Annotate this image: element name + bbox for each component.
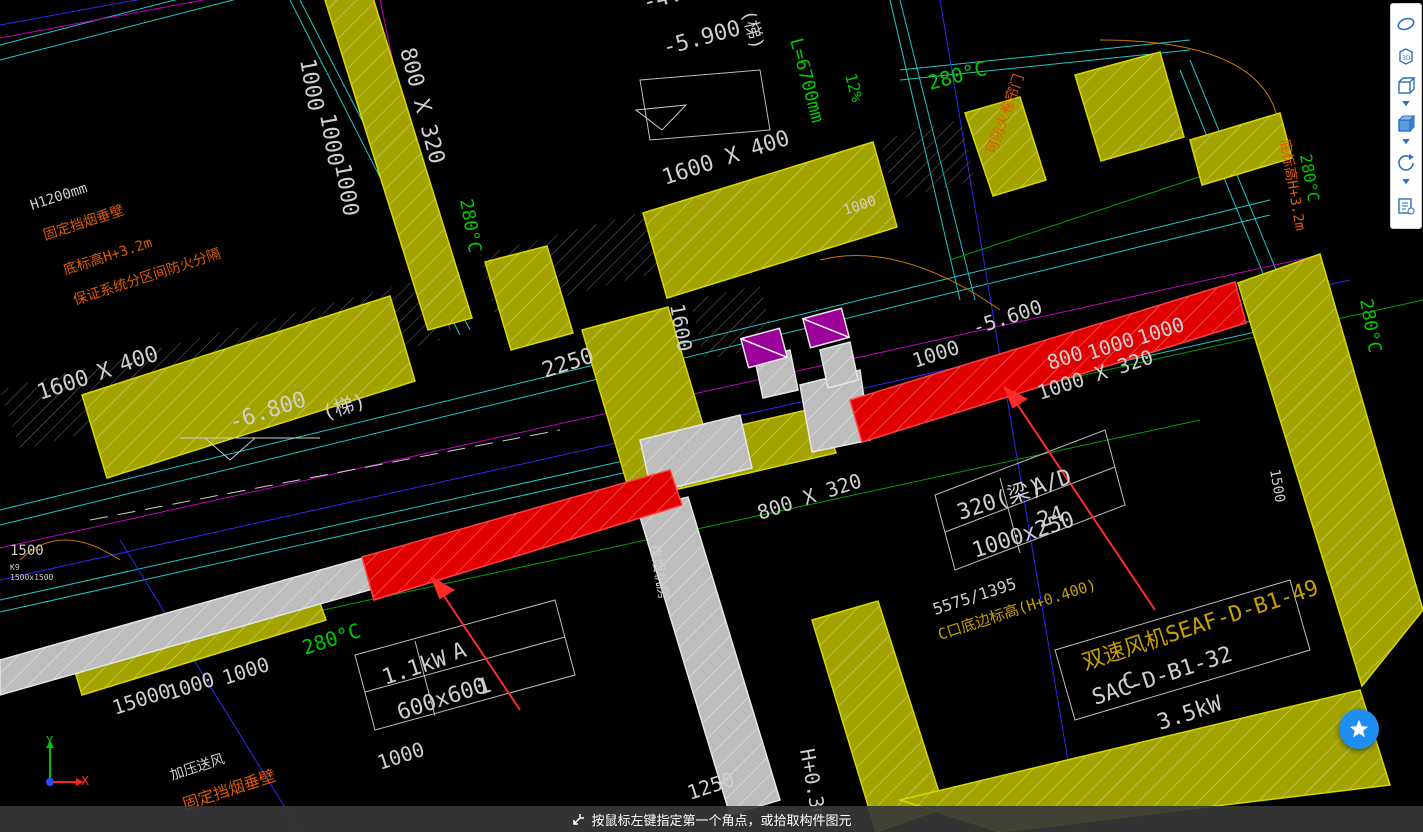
cad-label: H1200mm bbox=[28, 180, 89, 213]
cad-label: (梯) bbox=[737, 8, 768, 52]
cad-label: -4.850 bbox=[640, 0, 723, 16]
list-properties-icon[interactable] bbox=[1394, 194, 1418, 218]
cad-label: 加压送风 bbox=[168, 751, 226, 784]
cad-label: 1000 bbox=[0, 0, 34, 4]
cad-label: -5.600 bbox=[969, 295, 1045, 340]
cad-label: 1000 bbox=[314, 112, 348, 169]
axis-x-label: X bbox=[81, 774, 90, 788]
cad-label: 1000 bbox=[219, 652, 272, 690]
cad-label: 12% bbox=[841, 71, 867, 104]
cad-label: 1000 bbox=[909, 335, 962, 373]
cad-label: 1000 bbox=[374, 737, 427, 775]
cad-label: 800 X 320 bbox=[754, 468, 864, 524]
axis-y-label: Y bbox=[46, 734, 54, 748]
cad-label: 1.1kW bbox=[379, 646, 450, 690]
cad-label: A/D bbox=[1029, 465, 1075, 501]
cad-label: 1000 bbox=[329, 162, 363, 219]
chevron-down-icon[interactable] bbox=[1401, 100, 1411, 108]
cube-view-icon[interactable] bbox=[1394, 112, 1418, 136]
favorite-star-button[interactable] bbox=[1339, 709, 1379, 749]
axis-gizmo: Y X bbox=[38, 734, 98, 790]
3d-view-icon[interactable]: 3D bbox=[1394, 44, 1418, 68]
box-view-icon[interactable] bbox=[1394, 74, 1418, 98]
chevron-down-icon[interactable] bbox=[1401, 138, 1411, 146]
cad-label: 280°C bbox=[925, 56, 989, 95]
rotate-icon[interactable] bbox=[1394, 150, 1418, 174]
cad-label: 280°C bbox=[455, 197, 485, 254]
corner-select-icon bbox=[571, 811, 587, 827]
chevron-down-icon[interactable] bbox=[1401, 178, 1411, 186]
cad-label: 1500x1500 bbox=[10, 573, 54, 582]
command-prompt-bar: 按鼠标左键指定第一个角点，或拾取构件图元 bbox=[0, 806, 1423, 832]
cad-label: 1500 bbox=[10, 543, 44, 559]
cad-label: K9 bbox=[10, 563, 20, 572]
svg-text:3D: 3D bbox=[1402, 55, 1411, 62]
star-icon bbox=[1349, 719, 1369, 738]
2d-view-icon[interactable] bbox=[1394, 12, 1418, 36]
cad-label: 1500 bbox=[1266, 468, 1288, 504]
cad-label: 固定挡烟垂壁 bbox=[41, 203, 126, 244]
cad-label: -5.900 bbox=[660, 16, 743, 61]
cad-drawing-canvas[interactable]: 1600X400-6.800(梯)-4.850-5.900(梯)L=6700mm… bbox=[0, 0, 1423, 832]
command-prompt-text: 按鼠标左键指定第一个角点，或拾取构件图元 bbox=[591, 813, 852, 829]
cad-label: L=6700mm bbox=[785, 36, 828, 125]
cad-label: A bbox=[449, 638, 469, 666]
cad-label: 1000 bbox=[164, 667, 217, 705]
view-toolbar: 3D bbox=[1390, 3, 1422, 229]
cad-label: 280°C bbox=[1355, 297, 1385, 354]
cad-label: 2250 bbox=[539, 344, 597, 384]
